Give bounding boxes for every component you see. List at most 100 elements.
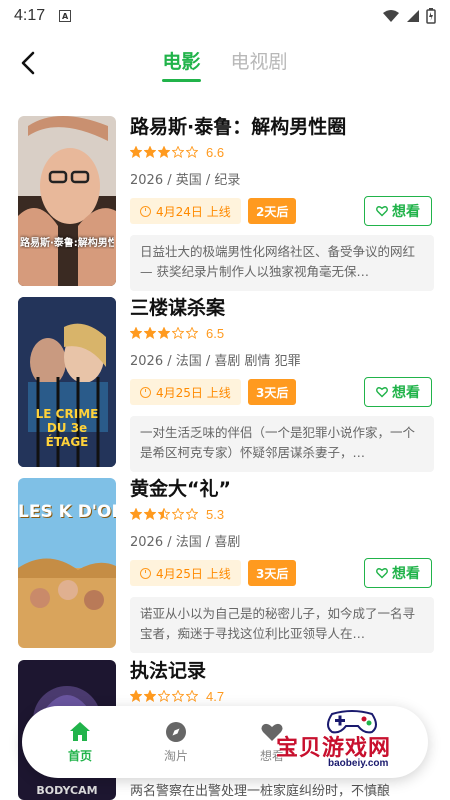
movie-title: 执法记录 [130, 660, 207, 682]
star-icon [158, 146, 170, 158]
release-row: 4月25日 上线 3天后 想看 [130, 558, 434, 588]
star-icon [158, 508, 170, 520]
star-icon [158, 690, 170, 702]
rating-score: 5.3 [206, 506, 225, 522]
movie-info: 黄金大“礼” 5.3 2026 / 法国 / 喜剧 4月25日 上线 3天后 想… [130, 474, 434, 653]
movie-description: 诺亚从小以为自己是的秘密儿子，如今成了一名寻宝者，痴迷于寻找这位利比亚领导人在… [130, 597, 434, 653]
star-rating [130, 690, 198, 702]
compass-icon [166, 722, 186, 742]
movie-meta: 2026 / 法国 / 喜剧 [130, 535, 241, 550]
nav-discover[interactable]: 淘片 [128, 720, 224, 764]
release-date-badge: 4月25日 上线 [130, 560, 241, 586]
movie-card[interactable]: 路易斯·泰鲁:解构男性圈 路易斯·泰鲁：解构男性圈 6.6 2026 / 英国 … [18, 112, 434, 291]
rating-row: 6.6 [130, 142, 434, 162]
rating-row: 4.7 [130, 686, 434, 706]
signal-icon [407, 10, 419, 22]
nav-label: 淘片 [163, 749, 188, 763]
movie-description: 一对生活乏味的伴侣（一个是犯罪小说作家，一个是希区柯克专家）怀疑邻居谋杀妻子，… [130, 416, 434, 472]
back-arrow-icon[interactable] [16, 50, 42, 76]
movie-info: 三楼谋杀案 6.5 2026 / 法国 / 喜剧 剧情 犯罪 4月25日 上线 … [130, 293, 434, 472]
heart-icon [376, 568, 388, 579]
star-icon [186, 327, 198, 339]
movie-info: 路易斯·泰鲁：解构男性圈 6.6 2026 / 英国 / 纪录 4月24日 上线… [130, 112, 434, 291]
days-until-badge: 3天后 [248, 560, 297, 586]
movie-card[interactable]: LE CRIME DU 3e ÉTAGE 三楼谋杀案 6.5 2026 / 法国… [18, 293, 434, 472]
rating-score: 6.6 [206, 144, 225, 160]
star-icon [130, 690, 142, 702]
want-label: 想看 [392, 566, 420, 582]
want-label: 想看 [392, 204, 420, 220]
release-row: 4月25日 上线 3天后 想看 [130, 377, 434, 407]
release-date: 4月25日 上线 [156, 385, 231, 400]
want-to-watch-button[interactable]: 想看 [364, 558, 432, 588]
nav-label: 首页 [67, 749, 92, 763]
battery-icon [426, 8, 436, 24]
movie-poster[interactable]: 路易斯·泰鲁:解构男性圈 [18, 116, 116, 286]
star-rating [130, 327, 198, 339]
movie-title: 路易斯·泰鲁：解构男性圈 [130, 116, 347, 138]
release-date-badge: 4月24日 上线 [130, 198, 241, 224]
star-icon [130, 146, 142, 158]
header: 电影 电视剧 [0, 32, 450, 94]
notification-icon: A [59, 10, 72, 22]
poster-title: LE CRIME DU 3e ÉTAGE [35, 407, 99, 449]
status-icons [382, 8, 436, 24]
star-rating [130, 508, 198, 520]
movie-info: 执法记录 4.7 [130, 656, 434, 706]
release-date-badge: 4月25日 上线 [130, 379, 241, 405]
star-icon [144, 327, 156, 339]
movie-poster[interactable]: LE CRIME DU 3e ÉTAGE [18, 297, 116, 467]
movie-meta: 2026 / 英国 / 纪录 [130, 173, 241, 188]
star-icon [172, 146, 184, 158]
star-icon [144, 508, 156, 520]
watermark: 宝贝游戏网 baobeiy.com [268, 704, 444, 774]
poster-title: BODYCAM [36, 784, 98, 797]
want-to-watch-button[interactable]: 想看 [364, 377, 432, 407]
movie-card[interactable]: LES K D'OR 黄金大“礼” 5.3 2026 / 法国 / 喜剧 4月2… [18, 474, 434, 653]
star-icon [186, 146, 198, 158]
want-label: 想看 [392, 385, 420, 401]
movie-description: 两名警察在出警处理一桩家庭纠纷时，不慎酿 [130, 784, 391, 799]
star-icon [158, 327, 170, 339]
tab-movies[interactable]: 电影 [162, 47, 201, 82]
movie-poster[interactable]: LES K D'OR [18, 478, 116, 648]
days-until-badge: 2天后 [248, 198, 297, 224]
star-icon [172, 690, 184, 702]
release-date: 4月25日 上线 [156, 566, 231, 581]
star-icon [144, 690, 156, 702]
poster-title: LES K D'OR [18, 502, 116, 522]
poster-image [18, 116, 116, 286]
status-bar: 4:17 A [0, 0, 450, 32]
star-icon [172, 508, 184, 520]
want-to-watch-button[interactable]: 想看 [364, 196, 432, 226]
movie-title: 黄金大“礼” [130, 478, 231, 500]
movie-title: 三楼谋杀案 [130, 297, 226, 319]
star-rating [130, 146, 198, 158]
watermark-url: baobeiy.com [328, 758, 389, 769]
release-row: 4月24日 上线 2天后 想看 [130, 196, 434, 226]
clock-icon [140, 205, 151, 217]
star-icon [186, 508, 198, 520]
release-date: 4月24日 上线 [156, 204, 231, 219]
days-until-badge: 3天后 [248, 379, 297, 405]
home-icon [70, 722, 90, 741]
star-icon [172, 327, 184, 339]
heart-icon [376, 206, 388, 217]
movie-description: 日益壮大的极端男性化网络社区、备受争议的网红 — 获奖纪录片制作人以独家视角毫无… [130, 235, 434, 291]
poster-title: 路易斯·泰鲁:解构男性圈 [20, 238, 114, 249]
star-icon [130, 327, 142, 339]
tab-bar: 电影 电视剧 [162, 47, 288, 82]
movie-meta: 2026 / 法国 / 喜剧 剧情 犯罪 [130, 354, 301, 369]
nav-home[interactable]: 首页 [32, 720, 128, 764]
wifi-icon [383, 10, 399, 22]
star-icon [186, 690, 198, 702]
star-icon [130, 508, 142, 520]
clock-icon [140, 567, 151, 579]
clock-time: 4:17 [14, 7, 46, 24]
rating-row: 6.5 [130, 323, 434, 343]
heart-icon [376, 387, 388, 398]
tab-tv-series[interactable]: 电视剧 [231, 47, 288, 82]
clock-icon [140, 386, 151, 398]
rating-score: 4.7 [206, 688, 225, 704]
rating-score: 6.5 [206, 325, 225, 341]
